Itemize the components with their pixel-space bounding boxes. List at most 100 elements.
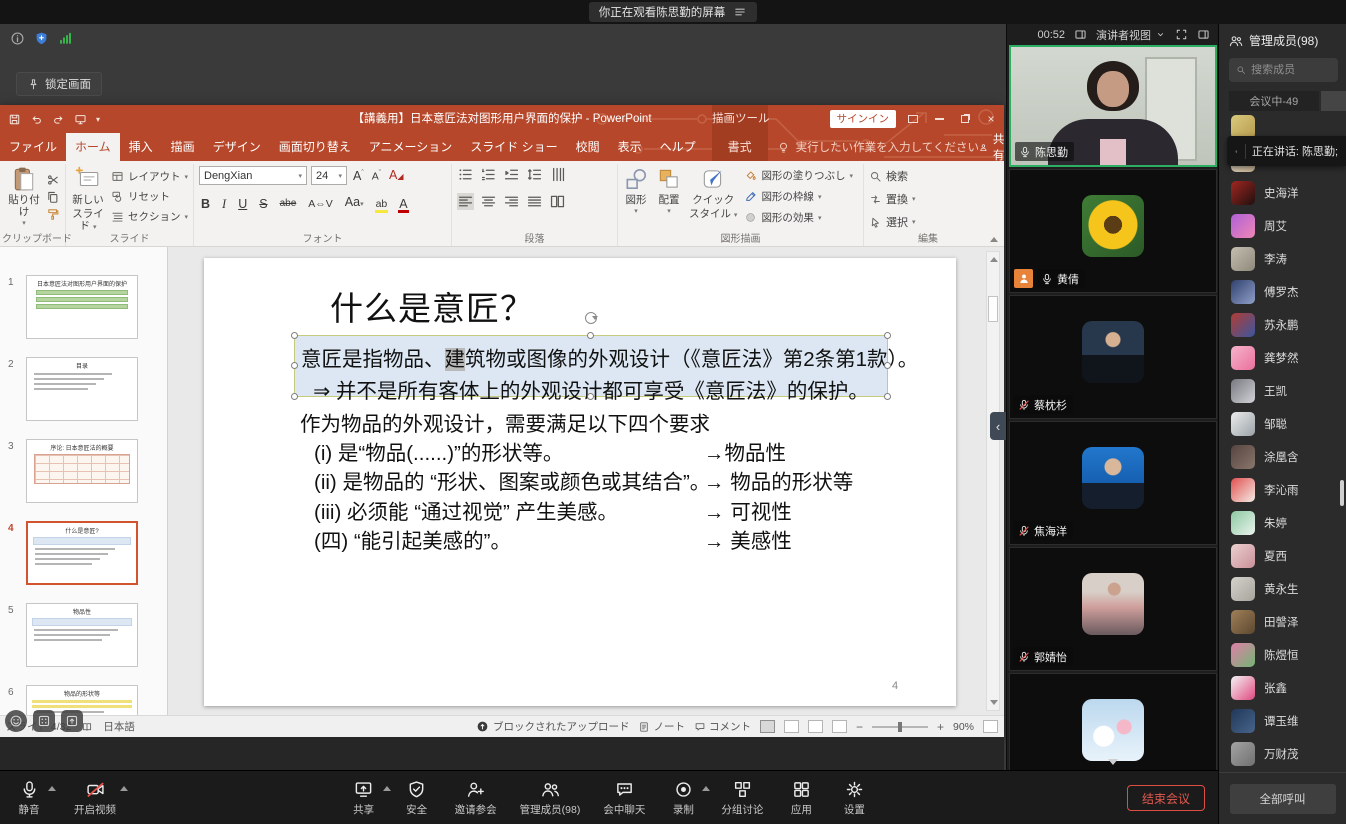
slide-thumbnail[interactable]: 序论: 日本意匠法的概要: [26, 439, 138, 503]
font-name-combobox[interactable]: DengXian▾: [199, 166, 307, 185]
find-button[interactable]: 検索: [869, 168, 987, 184]
members-scrollbar-thumb[interactable]: [1340, 480, 1344, 506]
fullscreen-icon[interactable]: [1175, 28, 1188, 41]
selected-textbox[interactable]: 意匠是指物品、建筑物或图像的外观设计（《意匠法》第2条第1款）。 ⇒ 并不是所有…: [294, 335, 888, 397]
member-search-input[interactable]: [1251, 64, 1331, 76]
apps-button[interactable]: 应用: [786, 779, 816, 817]
resize-handle-s[interactable]: [587, 393, 594, 400]
font-size-combobox[interactable]: 24▾: [311, 166, 347, 185]
member-row[interactable]: 王凯: [1219, 374, 1346, 407]
resize-handle-e[interactable]: [884, 362, 891, 369]
qat-dropdown-icon[interactable]: ▾: [96, 115, 100, 124]
video-tile[interactable]: 陈思勤: [1009, 45, 1217, 167]
notes-button[interactable]: ノート: [653, 719, 685, 734]
requirement-row[interactable]: (ii) 是物品的 “形状、图案或颜色或其结合”。→ 物品的形状等: [314, 466, 936, 496]
tab-描画[interactable]: 描画: [162, 133, 204, 161]
zoom-slider-thumb[interactable]: [898, 722, 902, 732]
numbering-icon[interactable]: [480, 166, 497, 183]
reaction-button[interactable]: [5, 710, 27, 732]
video-tile[interactable]: 蔡枕杉: [1009, 295, 1217, 419]
person-add-button[interactable]: 邀请参会: [455, 779, 497, 817]
language-indicator[interactable]: 日本語: [103, 719, 135, 734]
zoom-out-button[interactable]: −: [856, 720, 863, 734]
tab-ファイル[interactable]: ファイル: [0, 133, 66, 161]
slide-thumbnail[interactable]: 目录: [26, 357, 138, 421]
zoom-in-button[interactable]: +: [937, 720, 944, 734]
character-spacing-button[interactable]: A⇔V: [306, 196, 335, 212]
shape-effects-button[interactable]: 図形の効果▾: [744, 210, 853, 225]
slide-scrollbar[interactable]: [986, 251, 1000, 711]
change-case-button[interactable]: Aa▾: [343, 194, 366, 213]
video-tile[interactable]: [1009, 673, 1217, 770]
share-screen-caret-icon[interactable]: [383, 786, 391, 791]
slide-intro-text[interactable]: 作为物品的外观设计，需要满足以下四个要求: [300, 407, 710, 437]
member-row[interactable]: 万财茂: [1219, 737, 1346, 770]
align-right-icon[interactable]: [503, 193, 520, 210]
underline-button[interactable]: U: [236, 196, 249, 212]
call-all-button[interactable]: 全部呼叫: [1230, 784, 1336, 814]
scroll-more-icon[interactable]: [1108, 759, 1118, 765]
tab-ホーム[interactable]: ホーム: [66, 133, 120, 161]
member-row[interactable]: 黄永生: [1219, 572, 1346, 605]
slide-sorter-view-button[interactable]: [784, 720, 799, 733]
side-panel-icon[interactable]: [1197, 28, 1210, 41]
member-row[interactable]: 涂凰含: [1219, 440, 1346, 473]
slideshow-icon[interactable]: [74, 113, 87, 126]
scroll-down-icon[interactable]: [990, 700, 998, 705]
ribbon-options-button[interactable]: [900, 105, 926, 133]
member-row[interactable]: 朱婷: [1219, 506, 1346, 539]
tab-スライド ショー[interactable]: スライド ショー: [461, 133, 566, 161]
resize-handle-w[interactable]: [291, 362, 298, 369]
normal-view-button[interactable]: [760, 720, 775, 733]
indent-icon[interactable]: [503, 166, 520, 183]
member-row[interactable]: 李涛: [1219, 242, 1346, 275]
slide-title[interactable]: 什么是意匠？: [330, 282, 534, 330]
bold-button[interactable]: B: [199, 196, 212, 212]
quick-styles-button[interactable]: クイック スタイル ▾: [689, 166, 737, 220]
requirement-row[interactable]: (iii) 必须能 “通过视觉” 产生美感。→ 可视性: [314, 495, 936, 525]
tab-表示[interactable]: 表示: [609, 133, 651, 161]
tell-me-box[interactable]: 実行したい作業を入力してください: [777, 133, 979, 161]
collapse-ribbon-icon[interactable]: [990, 237, 998, 242]
shield-plus-icon[interactable]: [34, 31, 49, 46]
text-highlight-button[interactable]: ab: [374, 196, 390, 212]
member-row[interactable]: 张鑫: [1219, 671, 1346, 704]
font-color-button[interactable]: A: [397, 196, 409, 212]
select-button[interactable]: 選択▾: [869, 214, 987, 230]
minimize-button[interactable]: [926, 105, 952, 133]
slide-thumbnail[interactable]: 日本意匠法对图形用户界面的保护: [26, 275, 138, 339]
shield-check-button[interactable]: 安全: [402, 779, 432, 817]
resize-handle-se[interactable]: [884, 393, 891, 400]
strikethrough-button[interactable]: S: [257, 196, 269, 212]
breakout-button[interactable]: 分组讨论: [721, 779, 763, 817]
paste-button[interactable]: 貼り付け▾: [7, 166, 41, 228]
tab-ヘルプ[interactable]: ヘルプ: [651, 133, 705, 161]
undo-icon[interactable]: [30, 113, 43, 126]
fit-to-window-button[interactable]: [983, 720, 998, 733]
clear-formatting-button[interactable]: A◢: [387, 167, 406, 185]
tab-アニメーション[interactable]: アニメーション: [360, 133, 462, 161]
format-painter-icon[interactable]: [46, 207, 60, 221]
member-row[interactable]: 龚梦然: [1219, 341, 1346, 374]
shape-outline-button[interactable]: 図形の枠線▾: [744, 189, 853, 204]
requirement-row[interactable]: (四) “能引起美感的”。→ 美感性: [314, 525, 936, 555]
restore-button[interactable]: [952, 105, 978, 133]
member-row[interactable]: 陈煜恒: [1219, 638, 1346, 671]
resize-handle-nw[interactable]: [291, 332, 298, 339]
tab-in-meeting[interactable]: 会议中-49: [1229, 91, 1319, 111]
bullets-icon[interactable]: [457, 166, 474, 183]
close-button[interactable]: ×: [978, 105, 1004, 133]
arrange-button[interactable]: 配置▾: [656, 166, 682, 216]
cut-icon[interactable]: [46, 173, 60, 187]
people-button[interactable]: 管理成员(98): [520, 779, 581, 817]
view-mode-dropdown[interactable]: 演讲者视图: [1096, 27, 1166, 43]
whiteboard-button[interactable]: [33, 710, 55, 732]
panel-collapse-handle[interactable]: ‹: [990, 412, 1006, 440]
scrollbar-thumb[interactable]: [988, 296, 998, 322]
section-button[interactable]: セクション▾: [111, 209, 188, 224]
replace-button[interactable]: 置換▾: [869, 191, 987, 207]
reset-button[interactable]: リセット: [111, 189, 188, 204]
shapes-button[interactable]: 図形▾: [623, 166, 649, 216]
end-meeting-button[interactable]: 结束会议: [1127, 785, 1205, 811]
member-row[interactable]: 邹聪: [1219, 407, 1346, 440]
